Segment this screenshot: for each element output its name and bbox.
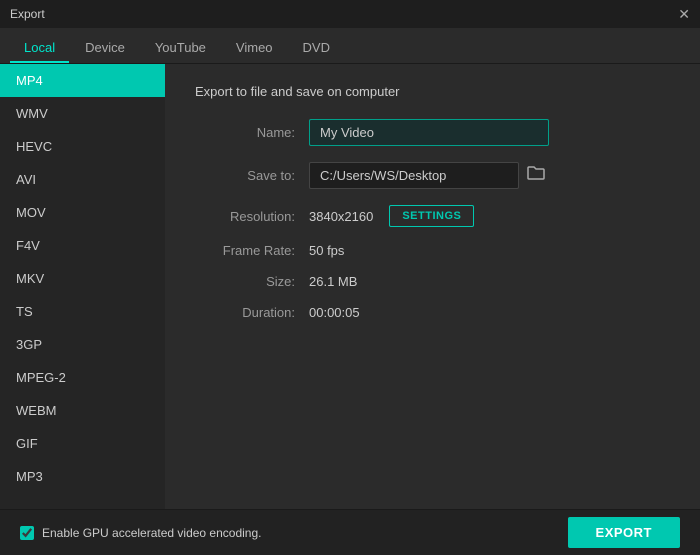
section-title: Export to file and save on computer [195, 84, 670, 99]
path-row [309, 162, 545, 189]
framerate-value: 50 fps [309, 243, 344, 258]
gpu-checkbox-text: Enable GPU accelerated video encoding. [42, 526, 261, 540]
size-value: 26.1 MB [309, 274, 357, 289]
duration-value: 00:00:05 [309, 305, 360, 320]
sidebar: MP4 WMV HEVC AVI MOV F4V MKV TS 3GP MPEG… [0, 64, 165, 509]
framerate-label: Frame Rate: [195, 243, 295, 258]
export-button[interactable]: EXPORT [568, 517, 680, 548]
sidebar-item-f4v[interactable]: F4V [0, 229, 165, 262]
resolution-value: 3840x2160 [309, 209, 373, 224]
tab-dvd[interactable]: DVD [289, 34, 344, 63]
tab-bar: Local Device YouTube Vimeo DVD [0, 28, 700, 64]
sidebar-item-3gp[interactable]: 3GP [0, 328, 165, 361]
footer: Enable GPU accelerated video encoding. E… [0, 509, 700, 555]
name-row: Name: [195, 119, 670, 146]
name-input[interactable] [309, 119, 549, 146]
folder-button[interactable] [527, 165, 545, 186]
gpu-checkbox[interactable] [20, 526, 34, 540]
close-button[interactable]: ✕ [678, 7, 690, 21]
resolution-row: Resolution: 3840x2160 SETTINGS [195, 205, 670, 227]
sidebar-item-wmv[interactable]: WMV [0, 97, 165, 130]
sidebar-item-avi[interactable]: AVI [0, 163, 165, 196]
sidebar-item-hevc[interactable]: HEVC [0, 130, 165, 163]
resolution-value-row: 3840x2160 SETTINGS [309, 205, 474, 227]
sidebar-item-webm[interactable]: WEBM [0, 394, 165, 427]
framerate-row: Frame Rate: 50 fps [195, 243, 670, 258]
tab-device[interactable]: Device [71, 34, 139, 63]
sidebar-item-mpeg2[interactable]: MPEG-2 [0, 361, 165, 394]
tab-youtube[interactable]: YouTube [141, 34, 220, 63]
save-to-label: Save to: [195, 168, 295, 183]
sidebar-item-mp3[interactable]: MP3 [0, 460, 165, 493]
sidebar-item-gif[interactable]: GIF [0, 427, 165, 460]
duration-row: Duration: 00:00:05 [195, 305, 670, 320]
main-area: MP4 WMV HEVC AVI MOV F4V MKV TS 3GP MPEG… [0, 64, 700, 509]
save-to-row: Save to: [195, 162, 670, 189]
title-bar: Export ✕ [0, 0, 700, 28]
window-title: Export [10, 7, 45, 21]
tab-local[interactable]: Local [10, 34, 69, 63]
resolution-label: Resolution: [195, 209, 295, 224]
tab-vimeo[interactable]: Vimeo [222, 34, 287, 63]
size-label: Size: [195, 274, 295, 289]
sidebar-item-mp4[interactable]: MP4 [0, 64, 165, 97]
sidebar-item-mov[interactable]: MOV [0, 196, 165, 229]
duration-label: Duration: [195, 305, 295, 320]
path-input[interactable] [309, 162, 519, 189]
size-row: Size: 26.1 MB [195, 274, 670, 289]
content-area: Export to file and save on computer Name… [165, 64, 700, 509]
sidebar-item-ts[interactable]: TS [0, 295, 165, 328]
name-label: Name: [195, 125, 295, 140]
gpu-checkbox-label[interactable]: Enable GPU accelerated video encoding. [20, 526, 261, 540]
sidebar-item-mkv[interactable]: MKV [0, 262, 165, 295]
settings-button[interactable]: SETTINGS [389, 205, 474, 227]
